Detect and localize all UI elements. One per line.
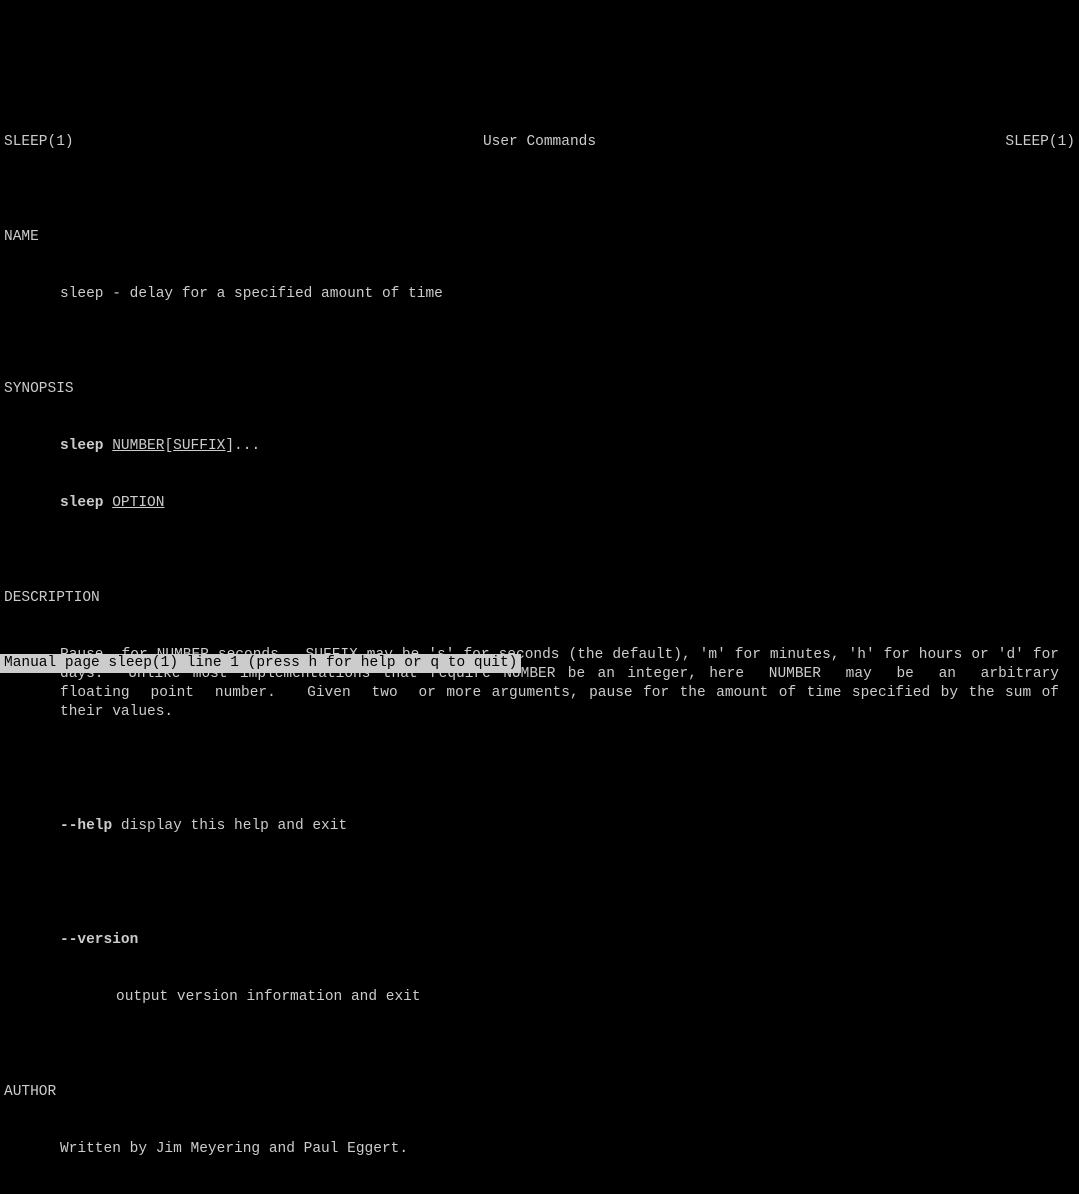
synopsis-arg-number: NUMBER <box>112 438 164 454</box>
header-row: SLEEP(1) User Commands SLEEP(1) <box>0 133 1079 152</box>
version-flag-text: output version information and exit <box>0 988 1079 1007</box>
section-heading-author: AUTHOR <box>0 1083 1079 1102</box>
synopsis-line-2: sleep OPTION <box>0 494 1079 513</box>
synopsis-cmd-2: sleep <box>60 495 112 511</box>
synopsis-bracket-open: [ <box>164 438 173 454</box>
pager-status-bar[interactable]: Manual page sleep(1) line 1 (press h for… <box>0 654 521 673</box>
synopsis-arg-suffix: SUFFIX <box>173 438 225 454</box>
header-right: SLEEP(1) <box>718 133 1075 152</box>
help-flag-text: display this help and exit <box>112 818 347 834</box>
name-body: sleep - delay for a specified amount of … <box>0 285 1079 304</box>
synopsis-cmd-1: sleep <box>60 438 112 454</box>
version-flag: --version <box>0 931 1079 950</box>
help-flag: --help <box>60 818 112 834</box>
blank-line <box>0 760 1079 779</box>
header-left: SLEEP(1) <box>4 133 361 152</box>
synopsis-arg-option: OPTION <box>112 495 164 511</box>
section-heading-description: DESCRIPTION <box>0 589 1079 608</box>
blank-line <box>0 874 1079 893</box>
section-heading-name: NAME <box>0 228 1079 247</box>
synopsis-line-1: sleep NUMBER[SUFFIX]... <box>0 437 1079 456</box>
man-page-viewport[interactable]: SLEEP(1) User Commands SLEEP(1) NAME sle… <box>0 76 1079 673</box>
author-body: Written by Jim Meyering and Paul Eggert. <box>0 1140 1079 1159</box>
section-heading-synopsis: SYNOPSIS <box>0 380 1079 399</box>
header-center: User Commands <box>361 133 718 152</box>
help-option-line: --help display this help and exit <box>0 817 1079 836</box>
synopsis-bracket-close: ]... <box>225 438 260 454</box>
